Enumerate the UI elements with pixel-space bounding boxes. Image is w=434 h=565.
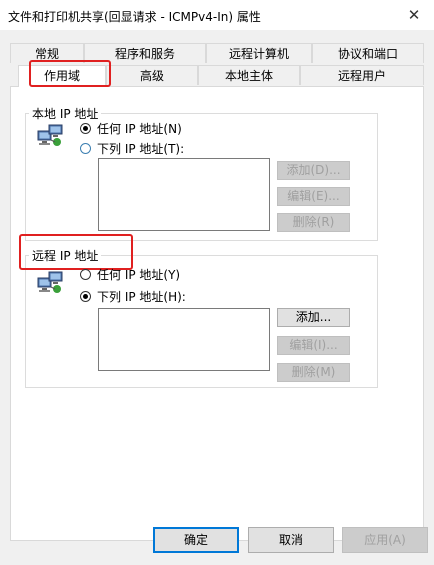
local-ip-any-radio[interactable]: [80, 122, 91, 134]
local-ip-any-label: 任何 IP 地址(N): [97, 121, 182, 136]
tab-remote-users[interactable]: 远程用户: [300, 65, 424, 85]
remote-ip-list-radio[interactable]: [80, 290, 91, 302]
local-ip-list-option[interactable]: 下列 IP 地址(T):: [80, 140, 184, 156]
remote-ip-remove-button[interactable]: 删除(M): [277, 363, 350, 382]
ok-button[interactable]: 确定: [153, 527, 239, 553]
local-ip-remove-button[interactable]: 删除(R): [277, 213, 350, 232]
annotation-box-scope-tab: [29, 60, 111, 87]
remote-ip-any-option[interactable]: 任何 IP 地址(Y): [80, 266, 180, 282]
remote-ip-list-label: 下列 IP 地址(H):: [97, 289, 186, 304]
remote-ip-edit-button[interactable]: 编辑(I)...: [277, 336, 350, 355]
network-computers-icon: [37, 271, 63, 293]
network-computers-icon: [37, 124, 63, 146]
window-title: 文件和打印机共享(回显请求 - ICMPv4-In) 属性: [8, 10, 261, 24]
tab-panel-scope: 本地 IP 地址 任何 IP 地址(N) 下列 IP 地址(T): 添加(D).…: [10, 86, 424, 541]
remote-ip-any-label: 任何 IP 地址(Y): [97, 267, 181, 282]
local-ip-list-label: 下列 IP 地址(T):: [97, 141, 185, 156]
remote-ip-any-radio[interactable]: [80, 268, 91, 280]
local-ip-listbox[interactable]: [98, 158, 270, 231]
tab-remote-computers[interactable]: 远程计算机: [206, 43, 312, 63]
local-ip-edit-button[interactable]: 编辑(E)...: [277, 187, 350, 206]
apply-button[interactable]: 应用(A): [342, 527, 428, 553]
local-ip-list-radio[interactable]: [80, 142, 91, 154]
tab-local-principals[interactable]: 本地主体: [198, 65, 300, 85]
local-ip-add-button[interactable]: 添加(D)...: [277, 161, 350, 180]
remote-ip-add-button[interactable]: 添加...: [277, 308, 350, 327]
remote-ip-listbox[interactable]: [98, 308, 270, 371]
dialog-body: 常规 程序和服务 远程计算机 协议和端口 作用域 高级 本地主体 远程用户 本地…: [0, 30, 434, 565]
remote-ip-list-option[interactable]: 下列 IP 地址(H):: [80, 288, 186, 304]
tab-protocols-ports[interactable]: 协议和端口: [312, 43, 424, 63]
close-icon[interactable]: ✕: [394, 0, 434, 30]
title-bar: 文件和打印机共享(回显请求 - ICMPv4-In) 属性 ✕: [0, 0, 434, 30]
tab-advanced[interactable]: 高级: [106, 65, 198, 85]
cancel-button[interactable]: 取消: [248, 527, 334, 553]
local-ip-any-option[interactable]: 任何 IP 地址(N): [80, 120, 182, 136]
